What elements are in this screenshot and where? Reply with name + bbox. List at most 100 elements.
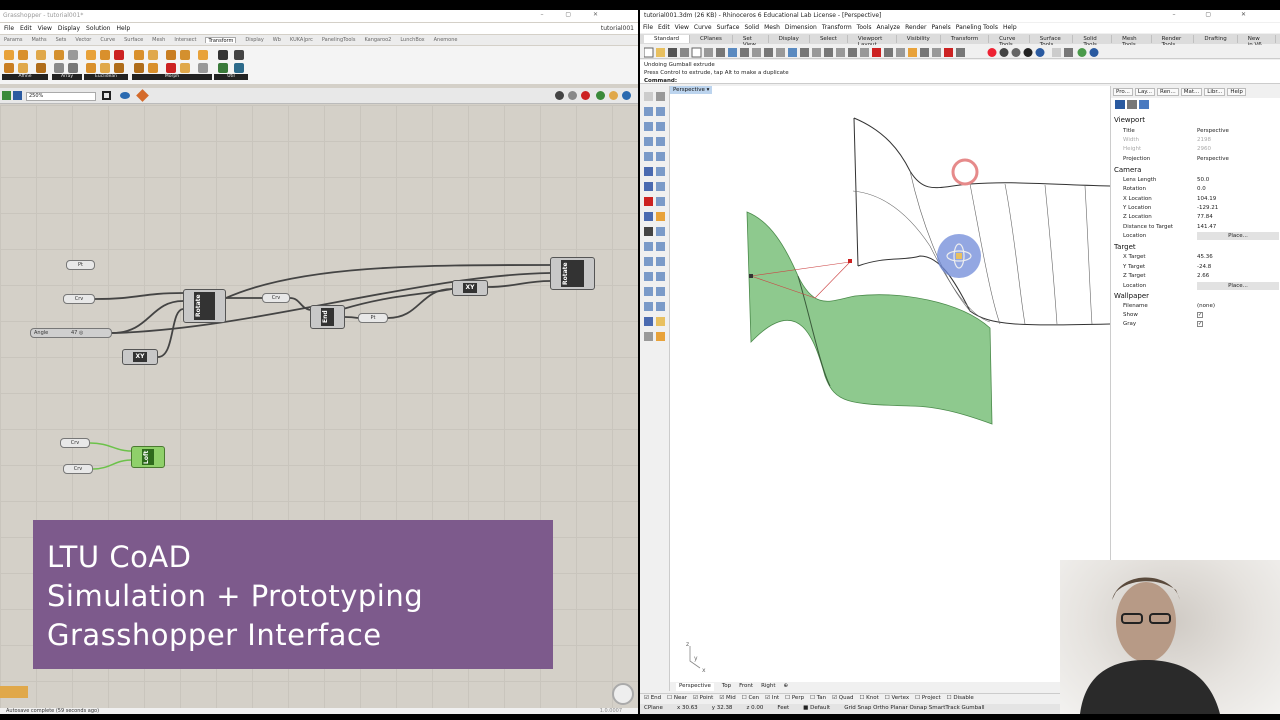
euclid-rotate-icon[interactable]: [114, 50, 124, 60]
osnap-end[interactable]: ☑ End: [644, 695, 661, 702]
rh-menu-tools[interactable]: Tools: [857, 24, 872, 32]
euclid-rotate-axis-icon[interactable]: [114, 63, 124, 73]
rh-menu-view[interactable]: View: [675, 24, 689, 32]
end-points-component[interactable]: End: [310, 305, 345, 329]
rh-tab-drafting[interactable]: Drafting: [1194, 35, 1238, 43]
perspective-viewport[interactable]: Perspective ▾ x y z: [670, 86, 1110, 682]
gh-tab-display[interactable]: Display: [245, 37, 263, 43]
gh-menu-solution[interactable]: Solution: [86, 25, 110, 32]
loft-component[interactable]: Loft: [131, 446, 165, 468]
preview-settings-icon[interactable]: [609, 91, 618, 100]
vp-tab-add[interactable]: ⊕: [784, 683, 789, 691]
rh-menu-paneling-tools[interactable]: Paneling Tools: [956, 24, 998, 32]
osnap-point[interactable]: ☑ Point: [693, 695, 713, 702]
rh-tab-solid-tools[interactable]: Solid Tools: [1073, 35, 1113, 48]
rh-tab-render-tools[interactable]: Render Tools: [1152, 35, 1195, 48]
rotate3d-icon[interactable]: [18, 63, 28, 73]
mirror-icon[interactable]: [18, 50, 28, 60]
panel-tab-layers[interactable]: Lay...: [1134, 88, 1156, 96]
util-transform-icon[interactable]: [234, 63, 244, 73]
status-layer[interactable]: ■ Default: [803, 705, 830, 713]
point-param-node-2[interactable]: Pt: [358, 313, 388, 323]
zoom-extents-icon[interactable]: [102, 91, 111, 100]
euclid-mirror-icon[interactable]: [86, 63, 96, 73]
curve-param-node-4[interactable]: Crv: [63, 464, 93, 474]
euclid-orient-icon[interactable]: [100, 50, 110, 60]
rh-tab-cplanes[interactable]: CPlanes: [690, 35, 733, 43]
gh-menu-file[interactable]: File: [4, 25, 14, 32]
morph-blend-icon[interactable]: [148, 50, 158, 60]
gh-tab-maths[interactable]: Maths: [31, 37, 46, 43]
gh-doc-name[interactable]: tutorial001: [601, 25, 634, 32]
rh-menu-mesh[interactable]: Mesh: [764, 24, 780, 32]
gh-tab-params[interactable]: Params: [4, 37, 22, 43]
rh-tab-transform[interactable]: Transform: [941, 35, 990, 43]
preview-shaded-icon[interactable]: [568, 91, 577, 100]
morph-flow-icon[interactable]: [198, 63, 208, 73]
xy-plane-component-1[interactable]: XY: [122, 349, 158, 365]
shear-icon[interactable]: [36, 63, 46, 73]
standard-toolbar-icons[interactable]: [644, 47, 1104, 58]
util-compound-icon[interactable]: [218, 50, 228, 60]
rh-tab-mesh-tools[interactable]: Mesh Tools: [1112, 35, 1152, 48]
rh-tab-setview[interactable]: Set View: [733, 35, 769, 48]
preview-mesh-icon[interactable]: [596, 91, 605, 100]
gh-tab-vector[interactable]: Vector: [75, 37, 91, 43]
rh-menu-panels[interactable]: Panels: [931, 24, 950, 32]
camera-place-button[interactable]: Place...: [1197, 232, 1279, 240]
panel-tab-properties[interactable]: Pro...: [1113, 88, 1133, 96]
rotate-component-2[interactable]: Rotate: [550, 257, 595, 290]
gh-tab-lunchbox[interactable]: LunchBox: [400, 37, 424, 43]
rh-menu-render[interactable]: Render: [905, 24, 926, 32]
rh-tab-viewport-layout[interactable]: Viewport Layout: [848, 35, 897, 48]
curve-param-node[interactable]: Crv: [63, 294, 95, 304]
gh-tab-surface[interactable]: Surface: [124, 37, 143, 43]
gh-menu-help[interactable]: Help: [117, 25, 131, 32]
rh-tab-surface-tools[interactable]: Surface Tools: [1030, 35, 1074, 48]
euclid-move-icon[interactable]: [86, 50, 96, 60]
gh-tab-anemone[interactable]: Anemone: [434, 37, 458, 43]
object-props-icon[interactable]: [1139, 100, 1149, 109]
rh-menu-transform[interactable]: Transform: [822, 24, 852, 32]
morph-stretch-icon[interactable]: [148, 63, 158, 73]
rh-menu-help[interactable]: Help: [1003, 24, 1017, 32]
orient-icon[interactable]: [4, 63, 14, 73]
osnap-cen[interactable]: ☐ Cen: [742, 695, 759, 702]
osnap-project[interactable]: ☐ Project: [915, 695, 941, 702]
scale-icon[interactable]: [36, 50, 46, 60]
rh-menu-surface[interactable]: Surface: [717, 24, 740, 32]
canvas-corner-icons[interactable]: [0, 686, 28, 698]
panel-tab-materials[interactable]: Mat...: [1180, 88, 1203, 96]
osnap-mid[interactable]: ☑ Mid: [719, 695, 735, 702]
rh-tab-visibility[interactable]: Visibility: [897, 35, 941, 43]
osnap-vertex[interactable]: ☐ Vertex: [885, 695, 909, 702]
curve-param-node-3[interactable]: Crv: [60, 438, 90, 448]
gray-checkbox[interactable]: ✓: [1197, 321, 1203, 327]
rh-menu-edit[interactable]: Edit: [658, 24, 670, 32]
rh-menu-file[interactable]: File: [643, 24, 653, 32]
camera-props-icon[interactable]: [1115, 100, 1125, 109]
gh-tab-wb[interactable]: Wb: [273, 37, 281, 43]
gh-tab-kuka[interactable]: KUKA|prc: [290, 37, 313, 43]
move-icon[interactable]: [4, 50, 14, 60]
rh-tab-select[interactable]: Select: [810, 35, 848, 43]
util-inverse-icon[interactable]: [218, 63, 228, 73]
morph-box-icon[interactable]: [134, 50, 144, 60]
panel-tab-help[interactable]: Help: [1227, 88, 1246, 96]
preview-selected-icon[interactable]: [581, 91, 590, 100]
vp-tab-front[interactable]: Front: [739, 683, 753, 691]
osnap-knot[interactable]: ☐ Knot: [859, 695, 878, 702]
morph-taper-icon[interactable]: [180, 63, 190, 73]
array-curve-icon[interactable]: [54, 50, 64, 60]
side-toolbar-icons[interactable]: [642, 90, 668, 350]
osnap-near[interactable]: ☐ Near: [667, 695, 687, 702]
status-toggles[interactable]: Grid Snap Ortho Planar Osnap SmartTrack …: [844, 705, 984, 713]
viewport-props-icon[interactable]: [1127, 100, 1137, 109]
panel-tab-libraries[interactable]: Libr...: [1204, 88, 1226, 96]
morph-map-icon[interactable]: [134, 63, 144, 73]
gh-menu-display[interactable]: Display: [58, 25, 80, 32]
document-preview-icon[interactable]: [622, 91, 631, 100]
rh-tab-new-in-v6[interactable]: New in V6: [1238, 35, 1276, 48]
osnap-disable[interactable]: ☐ Disable: [947, 695, 974, 702]
vp-tab-right[interactable]: Right: [761, 683, 775, 691]
